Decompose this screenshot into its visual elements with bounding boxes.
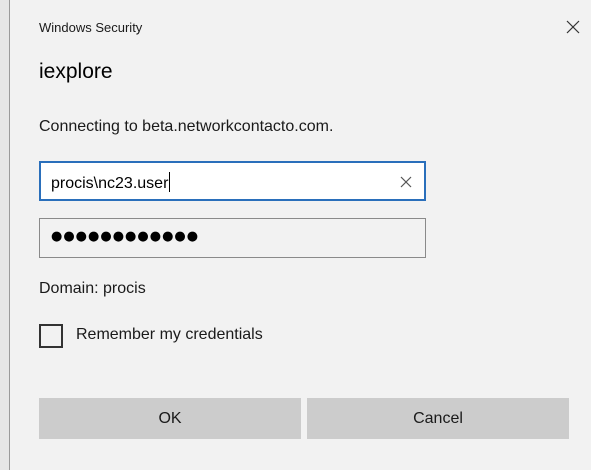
password-mask: ●●●●●●●●●●●● xyxy=(51,229,200,244)
windows-security-dialog: Windows Security iexplore Connecting to … xyxy=(9,0,591,470)
username-value: procis\nc23.user xyxy=(51,172,171,193)
ok-button[interactable]: OK xyxy=(39,398,301,439)
text-caret xyxy=(169,172,171,192)
close-icon xyxy=(566,20,580,34)
password-field[interactable]: ●●●●●●●●●●●● xyxy=(39,218,426,258)
remember-credentials-label: Remember my credentials xyxy=(76,326,263,343)
remember-credentials-option[interactable]: Remember my credentials xyxy=(39,323,339,351)
desktop-background: Windows Security iexplore Connecting to … xyxy=(0,0,591,470)
window-title: Windows Security xyxy=(39,20,143,35)
clear-icon xyxy=(400,176,412,188)
username-field[interactable]: procis\nc23.user xyxy=(39,161,426,201)
app-name-heading: iexplore xyxy=(39,60,113,83)
domain-label: Domain: procis xyxy=(39,280,146,297)
close-button[interactable] xyxy=(560,14,586,40)
cancel-button[interactable]: Cancel xyxy=(307,398,569,439)
clear-username-button[interactable] xyxy=(395,171,417,193)
remember-credentials-checkbox[interactable] xyxy=(39,324,63,348)
connection-message: Connecting to beta.networkcontacto.com. xyxy=(39,118,334,135)
